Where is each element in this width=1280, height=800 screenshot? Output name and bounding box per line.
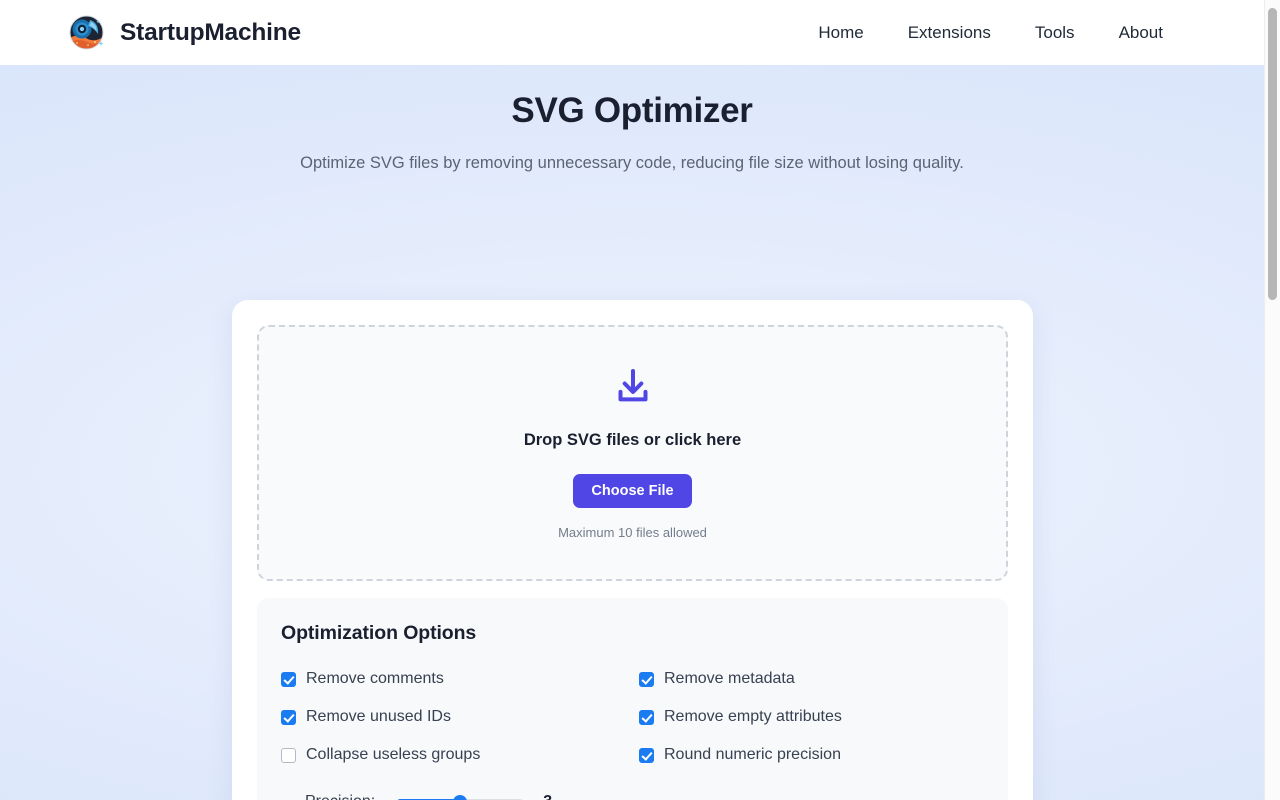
checkbox-remove-comments[interactable] bbox=[281, 671, 296, 687]
precision-label: Precision: bbox=[305, 793, 375, 800]
precision-row: Precision: 3 bbox=[281, 793, 984, 800]
option-remove-comments[interactable]: Remove comments bbox=[281, 667, 639, 691]
option-label: Remove comments bbox=[306, 670, 444, 687]
precision-slider[interactable] bbox=[397, 795, 524, 800]
nav-link-about[interactable]: About bbox=[1097, 17, 1185, 49]
rocket-gear-emblem-icon bbox=[68, 14, 105, 51]
option-label: Remove empty attributes bbox=[664, 708, 842, 725]
checkbox-remove-metadata[interactable] bbox=[639, 671, 654, 687]
checkbox-collapse-useless-groups[interactable] bbox=[281, 747, 296, 763]
checkbox-remove-unused-ids[interactable] bbox=[281, 709, 296, 725]
option-label: Collapse useless groups bbox=[306, 746, 481, 763]
option-round-numeric-precision[interactable]: Round numeric precision bbox=[639, 743, 984, 767]
browser-viewport: StartupMachine Home Extensions Tools Abo… bbox=[0, 0, 1264, 800]
scrollbar-thumb[interactable] bbox=[1268, 8, 1277, 300]
brand[interactable]: StartupMachine bbox=[68, 14, 301, 51]
option-label: Round numeric precision bbox=[664, 746, 841, 763]
options-grid: Remove comments Remove metadata Remove u… bbox=[281, 667, 984, 767]
option-label: Remove metadata bbox=[664, 670, 795, 687]
slider-thumb[interactable] bbox=[453, 795, 468, 800]
option-remove-empty-attributes[interactable]: Remove empty attributes bbox=[639, 705, 984, 729]
option-remove-unused-ids[interactable]: Remove unused IDs bbox=[281, 705, 639, 729]
main-nav: Home Extensions Tools About bbox=[796, 17, 1185, 49]
nav-link-home[interactable]: Home bbox=[796, 17, 885, 49]
option-label: Remove unused IDs bbox=[306, 708, 451, 725]
tool-card: Drop SVG files or click here Choose File… bbox=[232, 300, 1033, 800]
file-dropzone[interactable]: Drop SVG files or click here Choose File… bbox=[257, 325, 1008, 581]
brand-name: StartupMachine bbox=[120, 18, 301, 46]
dropzone-hint: Maximum 10 files allowed bbox=[558, 525, 707, 541]
vertical-scrollbar[interactable] bbox=[1264, 0, 1280, 800]
optimization-options-panel: Optimization Options Remove comments Rem… bbox=[257, 598, 1008, 800]
choose-file-button[interactable]: Choose File bbox=[573, 473, 692, 509]
nav-link-tools[interactable]: Tools bbox=[1013, 17, 1097, 49]
precision-value: 3 bbox=[543, 793, 552, 800]
page-body: SVG Optimizer Optimize SVG files by remo… bbox=[0, 65, 1264, 800]
page-subtitle: Optimize SVG files by removing unnecessa… bbox=[300, 154, 964, 172]
page-title: SVG Optimizer bbox=[511, 91, 753, 130]
options-title: Optimization Options bbox=[281, 622, 477, 644]
checkbox-remove-empty-attributes[interactable] bbox=[639, 709, 654, 725]
nav-link-extensions[interactable]: Extensions bbox=[886, 17, 1013, 49]
dropzone-title: Drop SVG files or click here bbox=[523, 430, 742, 449]
download-tray-icon bbox=[618, 368, 647, 402]
option-remove-metadata[interactable]: Remove metadata bbox=[639, 667, 984, 691]
hero: SVG Optimizer Optimize SVG files by remo… bbox=[0, 65, 1264, 174]
option-collapse-useless-groups[interactable]: Collapse useless groups bbox=[281, 743, 639, 767]
checkbox-round-numeric-precision[interactable] bbox=[639, 747, 654, 763]
site-header: StartupMachine Home Extensions Tools Abo… bbox=[0, 0, 1264, 65]
